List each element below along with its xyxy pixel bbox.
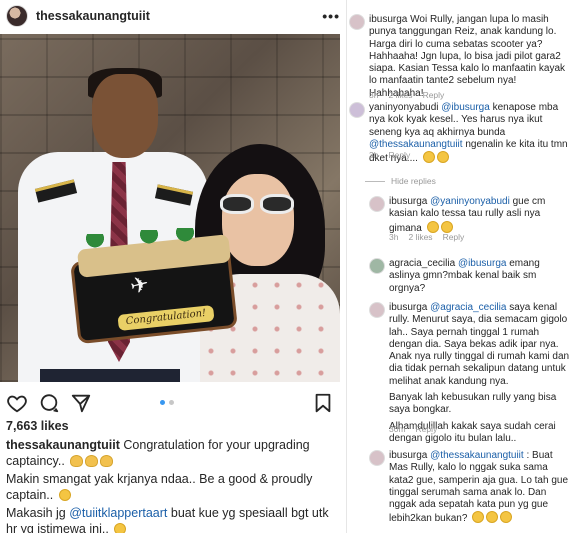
woman-face [222,174,294,266]
caption-username[interactable]: thessakaunangtuiit [6,438,120,452]
comment-username[interactable]: ibusurga [369,14,407,25]
hide-replies-toggle[interactable]: Hide replies [365,176,436,186]
comment-reply: ibusurga @thessakaunangtuiit : Buat Mas … [347,450,572,528]
caption-line: Makasih jg @tuiitklappertaart buat kue y… [6,505,342,533]
comment-mention[interactable]: @thessakaunangtuiit [430,450,524,461]
comment-icon[interactable] [38,392,60,414]
smiley-emoji-icon [500,511,513,524]
comment-text: ibusurga @thessakaunangtuiit : Buat Mas … [389,450,571,526]
comment-text: ibusurga Woi Rully, jangan lupa lo masih… [369,14,569,100]
comment-username[interactable]: ibusurga [389,196,427,207]
comment-reply: agracia_cecilia @ibusurga emang aslinya … [347,258,572,294]
smiley-emoji-icon [486,511,499,524]
palm-tree-decoration [86,234,104,256]
commenter-avatar[interactable] [369,450,385,466]
comment-reply: ibusurga @agracia_cecilia saya kenal rul… [347,302,572,444]
commenter-avatar[interactable] [349,102,365,118]
post-username[interactable]: thessakaunangtuiit [36,9,150,23]
comment-mention[interactable]: @yaninyonyabudi [430,196,510,207]
comment-text: ibusurga @yaninyonyabudi gue cm kasian k… [389,196,571,235]
reply-button[interactable]: Reply [416,424,438,434]
comment-meta: 30m Reply [389,424,447,434]
comment-mention[interactable]: @ibusurga [441,102,490,113]
carousel-dot-active [160,400,165,405]
comment-time: 3h [389,232,399,242]
reply-button[interactable]: Reply [423,90,445,100]
post-header: thessakaunangtuiit ••• [0,0,346,32]
comment-username[interactable]: yaninyonyabudi [369,102,439,113]
palm-tree-decoration [140,230,158,252]
smiley-emoji-icon [472,511,485,524]
smiley-emoji-icon [440,220,453,233]
share-icon[interactable] [70,392,92,414]
clap-emoji-icon [70,455,84,467]
comment-likes[interactable]: 2 likes [408,232,432,242]
comment-meta: 3h 2 likes Reply [389,232,474,242]
heart-icon[interactable] [6,392,28,414]
comment-mention[interactable]: @agracia_cecilia [430,302,506,313]
comment-body: Woi Rully, jangan lupa lo masih punya ta… [369,14,566,99]
comment-meta: 3h 2 likes Reply [369,90,454,100]
caption-text: Makasih jg [6,506,70,520]
avatar[interactable] [6,5,28,27]
more-options-icon[interactable]: ••• [322,8,340,24]
carousel-indicator [160,400,174,405]
comments-panel: ibusurga Woi Rully, jangan lupa lo masih… [346,0,572,533]
caption-line: Makin smangat yak krjanya ndaa.. Be a go… [6,471,342,503]
comment-reply: ibusurga @yaninyonyabudi gue cm kasian k… [347,196,572,244]
reply-button[interactable]: Reply [388,150,410,160]
commenter-avatar[interactable] [369,258,385,274]
comment-meta: 3h Reply [369,150,420,160]
comment-text: agracia_cecilia @ibusurga emang aslinya … [389,258,571,295]
comment-likes[interactable]: 2 likes [388,90,412,100]
commenter-avatar[interactable] [369,196,385,212]
comment-time: 3h [369,150,379,160]
comment-time: 30m [389,424,406,434]
smiley-emoji-icon [114,523,127,533]
pilot-pants [40,369,180,382]
bookmark-icon[interactable] [312,392,334,414]
post-photo[interactable]: ✈ Congratulation! [0,34,340,382]
comment: ibusurga Woi Rully, jangan lupa lo masih… [347,14,572,100]
reply-button[interactable]: Reply [443,232,465,242]
comment: yaninyonyabudi @ibusurga kenapose mba ny… [347,102,572,164]
smiley-emoji-icon [58,489,71,501]
caption-line: thessakaunangtuiit Congratulation for yo… [6,437,342,469]
comment-username[interactable]: ibusurga [389,302,427,313]
caption-mention[interactable]: @tuiitklappertaart [69,506,167,520]
comment-mention[interactable]: @thessakaunangtuiit [369,139,463,150]
palm-tree-decoration [176,228,194,250]
commenter-avatar[interactable] [369,302,385,318]
comment-body: saya kenal rully. Menurut saya, dia sema… [389,302,570,387]
smiley-emoji-icon [422,151,435,164]
sunglasses [220,194,298,216]
pilot-head [92,74,158,158]
commenter-avatar[interactable] [349,14,365,30]
smiley-emoji-icon [436,151,449,164]
clap-emoji-icon [85,455,99,467]
caption: thessakaunangtuiit Congratulation for yo… [6,437,342,533]
likes-count[interactable]: 7,663 likes [6,419,69,433]
caption-text: Makin smangat yak krjanya ndaa.. Be a go… [6,472,313,502]
comment-mention[interactable]: @ibusurga [458,258,507,269]
post-panel: thessakaunangtuiit ••• ✈ Congratulation! [0,0,346,533]
comment-username[interactable]: ibusurga [389,450,427,461]
comment-body: Banyak lah kebusukan rully yang bisa say… [389,392,557,416]
clap-emoji-icon [100,455,114,467]
smiley-emoji-icon [426,220,439,233]
carousel-dot [169,400,174,405]
comment-time: 3h [369,90,379,100]
action-bar [0,386,346,416]
hide-replies-label[interactable]: Hide replies [391,176,436,186]
divider-line [365,180,385,182]
comment-username[interactable]: agracia_cecilia [389,258,455,269]
